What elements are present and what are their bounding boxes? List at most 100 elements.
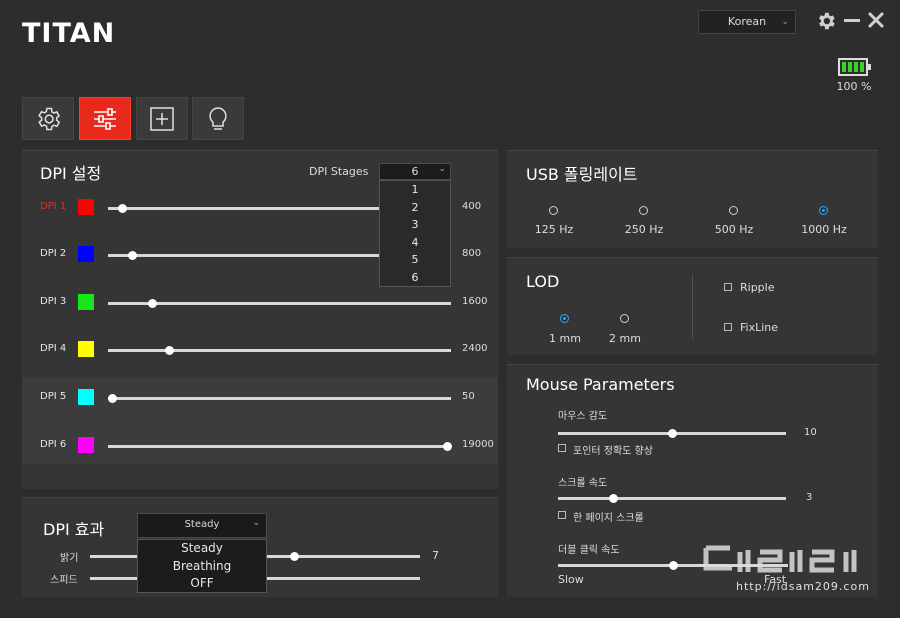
dpi-color-swatch[interactable] (78, 437, 94, 453)
dpi-slider[interactable] (108, 394, 451, 403)
language-select[interactable]: Korean ⌄ (698, 10, 796, 34)
dpi-slider-thumb[interactable] (118, 204, 128, 213)
lod-title: LOD (526, 272, 560, 291)
lod-radio[interactable] (560, 314, 569, 323)
dpi-color-swatch[interactable] (78, 246, 94, 262)
dpi-effect-option[interactable]: Steady (138, 540, 266, 558)
lod-radio[interactable] (620, 314, 629, 323)
usb-polling-label: 500 Hz (714, 223, 754, 236)
usb-polling-radio[interactable] (819, 206, 828, 215)
dpi-stage-option[interactable]: 3 (380, 216, 450, 234)
dpi-row-label[interactable]: DPI 6 (40, 439, 66, 450)
usb-polling-label: 250 Hz (624, 223, 664, 236)
sensitivity-thumb[interactable] (668, 429, 677, 438)
battery-indicator (838, 58, 871, 76)
usb-polling-radio[interactable] (549, 206, 558, 215)
pointer-precision-checkbox[interactable] (558, 444, 566, 452)
dpi-stage-option[interactable]: 5 (380, 251, 450, 269)
watermark-url: http://idsam209.com (736, 580, 870, 593)
usb-polling-label: 1000 Hz (801, 223, 847, 236)
usb-polling-title: USB 폴링레이트 (526, 165, 638, 184)
ripple-label: Ripple (740, 281, 775, 294)
dpi-value: 19000 (462, 439, 494, 450)
dpi-effect-option[interactable]: OFF (138, 575, 266, 593)
usb-polling-radio[interactable] (639, 206, 648, 215)
brightness-label: 밝기 (60, 553, 79, 564)
usb-polling-radio[interactable] (729, 206, 738, 215)
page-scroll-checkbox[interactable] (558, 511, 566, 519)
plus-box-icon (150, 106, 174, 131)
dpi-stage-option[interactable]: 1 (380, 181, 450, 199)
dpi-stage-option[interactable]: 4 (380, 234, 450, 252)
pointer-precision-label: 포인터 정확도 향상 (573, 446, 653, 457)
dpi-color-swatch[interactable] (78, 294, 94, 310)
scroll-speed-thumb[interactable] (608, 494, 618, 503)
watermark-logo-mark (703, 545, 857, 573)
brightness-value: 7 (432, 549, 439, 562)
lod-divider (692, 275, 693, 339)
dpi-slider[interactable] (108, 299, 451, 308)
dpi-value: 2400 (462, 343, 488, 354)
gear-icon (38, 107, 61, 130)
dpi-value: 400 (462, 201, 482, 212)
dpi-color-swatch[interactable] (78, 199, 94, 215)
chevron-down-icon: ⌄ (781, 17, 789, 27)
dpi-slider[interactable] (108, 442, 452, 451)
dpi-stage-option[interactable]: 2 (380, 199, 450, 217)
dpi-effect-dropdown[interactable]: Steady ⌄ (137, 513, 267, 538)
dpi-value: 1600 (462, 296, 488, 307)
dpi-effect-title: DPI 효과 (43, 520, 105, 539)
dpi-row-label[interactable]: DPI 2 (40, 248, 66, 259)
dpi-row-label[interactable]: DPI 1 (40, 201, 66, 212)
dpi-value: 50 (462, 391, 475, 402)
scroll-speed-label: 스크롤 속도 (558, 478, 608, 489)
usb-polling-label: 125 Hz (534, 223, 574, 236)
dpi-row-label[interactable]: DPI 3 (40, 296, 66, 307)
dpi-effect-option[interactable]: Breathing (138, 558, 266, 576)
dpi-slider-thumb[interactable] (108, 394, 117, 403)
settings-gear-button[interactable] (815, 10, 837, 34)
double-click-slow-label: Slow (558, 573, 584, 586)
lod-label: 2 mm (609, 332, 641, 345)
dpi-settings-title: DPI 설정 (40, 164, 102, 183)
dpi-slider[interactable] (108, 346, 451, 355)
tab-lighting[interactable] (192, 97, 244, 140)
dpi-slider-thumb[interactable] (443, 442, 452, 451)
tab-general-settings[interactable] (22, 97, 74, 140)
lod-label: 1 mm (549, 332, 581, 345)
app-logo: TITAN (22, 18, 116, 49)
fixline-checkbox[interactable] (724, 323, 732, 331)
bulb-icon (209, 106, 227, 130)
dpi-stages-dropdown[interactable]: 6 ⌄ (379, 163, 451, 180)
sensitivity-label: 마우스 감도 (558, 411, 608, 422)
dpi-color-swatch[interactable] (78, 389, 94, 405)
dpi-slider-thumb[interactable] (164, 346, 174, 355)
dpi-effect-options: Steady Breathing OFF (137, 539, 267, 593)
chevron-down-icon: ⌄ (252, 518, 260, 528)
mouse-params-title: Mouse Parameters (526, 375, 675, 394)
dpi-value: 800 (462, 248, 482, 259)
close-button[interactable] (867, 8, 885, 38)
dpi-stages-options: 123456 (379, 180, 451, 287)
gear-icon (819, 12, 835, 30)
dpi-color-swatch[interactable] (78, 341, 94, 357)
tab-macro[interactable] (136, 97, 188, 140)
ripple-checkbox[interactable] (724, 283, 732, 291)
double-click-label: 더블 클릭 속도 (558, 545, 620, 556)
scroll-speed-value: 3 (806, 492, 813, 503)
dpi-stages-label: DPI Stages (309, 165, 369, 178)
scroll-speed-slider[interactable] (558, 494, 786, 503)
sensitivity-slider[interactable] (558, 429, 786, 438)
watermark-logo: http://idsam209.com (700, 544, 880, 598)
fixline-label: FixLine (740, 321, 779, 334)
page-scroll-label: 한 페이지 스크롤 (573, 513, 644, 524)
dpi-row-label[interactable]: DPI 5 (40, 391, 66, 402)
minimize-button[interactable] (844, 8, 860, 38)
double-click-thumb[interactable] (669, 561, 678, 570)
brightness-thumb[interactable] (289, 552, 299, 561)
dpi-row-label[interactable]: DPI 4 (40, 343, 66, 354)
dpi-effect-value: Steady (184, 519, 220, 530)
chevron-down-icon: ⌄ (438, 164, 446, 174)
dpi-stage-option[interactable]: 6 (380, 269, 450, 287)
tab-performance[interactable] (79, 97, 131, 140)
